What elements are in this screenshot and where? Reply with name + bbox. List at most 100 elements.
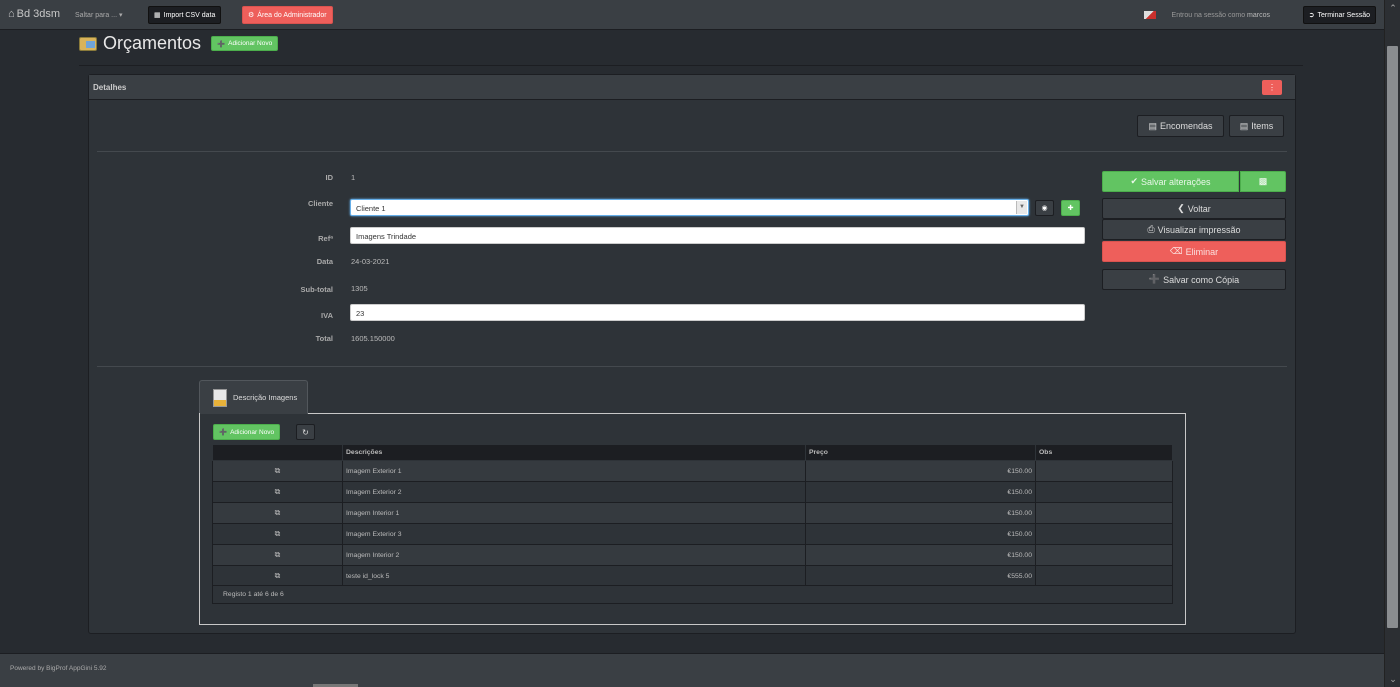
- column-header: Obs: [1035, 444, 1173, 461]
- subtotal-label: Sub-total: [300, 285, 334, 294]
- page-header: Orçamentos ➕ Adicionar Novo: [79, 33, 279, 54]
- plus-circle-icon: ➕: [1148, 274, 1161, 284]
- scroll-down-icon[interactable]: ⌄: [1385, 671, 1400, 687]
- table-row[interactable]: ⧉ Imagem Exterior 1 €150.00: [212, 460, 1173, 482]
- total-label: Total: [315, 334, 333, 343]
- edit-icon[interactable]: ⧉: [212, 544, 343, 566]
- check-icon: ✔: [1130, 176, 1138, 186]
- tab-label: Descrição Imagens: [233, 393, 298, 402]
- tab-border: [308, 413, 1186, 414]
- back-label: Voltar: [1187, 203, 1211, 214]
- iva-label: IVA: [321, 311, 333, 320]
- table-row[interactable]: ⧉ Imagem Interior 2 €150.00: [212, 544, 1173, 566]
- refresh-button[interactable]: ↻: [296, 424, 315, 440]
- id-label: ID: [325, 173, 334, 182]
- eye-icon: ◉: [1041, 205, 1048, 212]
- preco-cell: €150.00: [805, 544, 1036, 566]
- table-row[interactable]: ⧉ teste id_lock 5 €555.00: [212, 565, 1173, 587]
- scroll-thumb[interactable]: [1387, 46, 1398, 628]
- preco-cell: €150.00: [805, 502, 1036, 524]
- language-flag-icon[interactable]: [1143, 11, 1156, 19]
- brand-label: Bd 3dsm: [16, 8, 61, 20]
- panel-header: Detalhes ⋮: [89, 75, 1295, 100]
- cliente-label: Cliente: [307, 199, 333, 208]
- print-preview-button[interactable]: ⎙ Visualizar impressão: [1102, 219, 1286, 240]
- back-button[interactable]: ❮ Voltar: [1102, 198, 1286, 219]
- descricao-cell: Imagem Interior 1: [342, 502, 806, 524]
- jump-to-dropdown[interactable]: Saltar para ... ▾: [75, 11, 123, 19]
- page-title: Orçamentos: [103, 33, 202, 53]
- preco-cell: €150.00: [805, 523, 1036, 545]
- child-records-table: Descrições Preço Obs ⧉ Imagem Exterior 1…: [212, 444, 1173, 587]
- session-text: Entrou na sessão como marcos: [1171, 11, 1270, 19]
- view-cliente-button[interactable]: ◉: [1035, 200, 1054, 216]
- records-count: Registo 1 até 6 de 6: [212, 585, 1173, 604]
- divider: [97, 366, 1287, 367]
- save-changes-button[interactable]: ✔ Salvar alterações: [1102, 171, 1239, 192]
- delete-label: Eliminar: [1185, 246, 1219, 257]
- logout-label: Terminar Sessão: [1317, 11, 1370, 19]
- plus-circle-icon: ➕: [217, 40, 226, 48]
- lock-button[interactable]: ▩: [1240, 171, 1286, 192]
- save-as-copy-label: Salvar como Cópia: [1163, 274, 1240, 285]
- descricao-cell: Imagem Exterior 1: [342, 460, 806, 482]
- page-footer: Powered by BigProf AppGini 5.92: [0, 653, 1384, 687]
- footer-text: Powered by BigProf AppGini 5.92: [10, 665, 107, 672]
- edit-icon[interactable]: ⧉: [212, 523, 343, 545]
- session-info: Entrou na sessão como marcos: [1143, 11, 1270, 19]
- edit-icon[interactable]: ⧉: [212, 565, 343, 587]
- scroll-up-icon[interactable]: ⌃: [1385, 0, 1400, 16]
- descricao-cell: Imagem Interior 2: [342, 544, 806, 566]
- chevron-left-icon: ❮: [1177, 203, 1185, 213]
- quotes-table-icon: [79, 36, 97, 51]
- table-row[interactable]: ⧉ Imagem Exterior 3 €150.00: [212, 523, 1173, 545]
- vertical-scrollbar[interactable]: ⌃ ⌄: [1384, 0, 1400, 687]
- save-as-copy-button[interactable]: ➕ Salvar como Cópia: [1102, 269, 1286, 290]
- edit-icon[interactable]: ⧉: [212, 502, 343, 524]
- table-row[interactable]: ⧉ Imagem Interior 1 €150.00: [212, 502, 1173, 524]
- encomendas-button[interactable]: ▤ Encomendas: [1137, 115, 1224, 137]
- table-row[interactable]: ⧉ Imagem Exterior 2 €150.00: [212, 481, 1173, 503]
- refresh-icon: ↻: [302, 427, 309, 437]
- edit-column-header: [212, 444, 343, 461]
- list-icon: ▤: [1148, 120, 1157, 131]
- add-new-button[interactable]: ➕ Adicionar Novo: [211, 36, 279, 51]
- detail-panel: Detalhes ⋮ ▤ Encomendas ▤ Items ID 1 Cli…: [88, 74, 1296, 634]
- column-header: Preço: [805, 444, 1036, 461]
- add-child-label: Adicionar Novo: [230, 428, 275, 436]
- print-icon: ⎙: [1147, 224, 1155, 234]
- list-icon: ▤: [1239, 120, 1249, 131]
- lock-icon: ▩: [1258, 176, 1268, 186]
- home-link[interactable]: ⌂ Bd 3dsm: [8, 8, 60, 20]
- plus-icon: ✚: [1067, 205, 1074, 212]
- edit-icon[interactable]: ⧉: [212, 460, 343, 482]
- ref-input[interactable]: Imagens Trindade: [350, 227, 1085, 244]
- add-cliente-button[interactable]: ✚: [1061, 200, 1080, 216]
- add-child-button[interactable]: ➕ Adicionar Novo: [213, 424, 281, 440]
- obs-cell: [1035, 502, 1173, 524]
- id-value: 1: [351, 173, 356, 182]
- preco-cell: €555.00: [805, 565, 1036, 587]
- logout-button[interactable]: ➲ Terminar Sessão: [1302, 6, 1376, 24]
- session-user: marcos: [1247, 11, 1270, 19]
- subtotal-value: 1305: [351, 284, 368, 293]
- edit-icon[interactable]: ⧉: [212, 481, 343, 503]
- cliente-select[interactable]: Cliente 1 ▼: [350, 199, 1029, 216]
- trash-icon: ⌫: [1169, 246, 1183, 256]
- delete-button[interactable]: ⌫ Eliminar: [1102, 241, 1286, 262]
- admin-area-button[interactable]: ⚙ Área do Administrador: [242, 6, 333, 24]
- items-button[interactable]: ▤ Items: [1229, 115, 1284, 137]
- tab-descricao-imagens[interactable]: Descrição Imagens: [199, 380, 308, 414]
- import-csv-button[interactable]: ▦ Import CSV data: [148, 6, 222, 24]
- more-options-button[interactable]: ⋮: [1262, 80, 1282, 95]
- cog-icon: ⚙: [248, 12, 255, 19]
- obs-cell: [1035, 565, 1173, 587]
- header-divider: [79, 65, 1303, 66]
- print-preview-label: Visualizar impressão: [1157, 224, 1241, 235]
- cliente-selected-value: Cliente 1: [356, 204, 386, 213]
- table-icon: ▦: [154, 12, 161, 19]
- iva-input[interactable]: 23: [350, 304, 1085, 321]
- chevron-down-icon[interactable]: ▼: [1016, 201, 1027, 214]
- data-value: 24-03-2021: [351, 257, 390, 266]
- ref-label: Refª: [318, 234, 333, 243]
